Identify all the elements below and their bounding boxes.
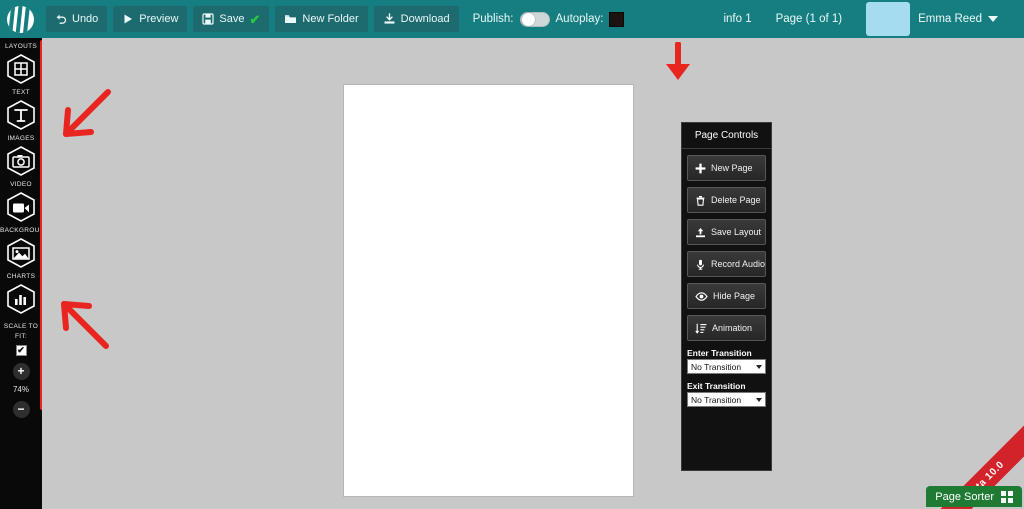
publish-control: Publish: Autoplay: xyxy=(472,11,625,27)
download-icon xyxy=(383,13,396,25)
save-layout-button[interactable]: Save Layout xyxy=(687,219,766,245)
enter-transition-field: Enter Transition No Transition xyxy=(687,348,766,374)
user-menu[interactable]: Emma Reed xyxy=(918,13,1024,25)
hide-page-button[interactable]: Hide Page xyxy=(687,283,766,309)
download-label: Download xyxy=(400,13,450,25)
zoom-in-button[interactable]: + xyxy=(12,363,30,380)
scale-to-fit-checkbox[interactable]: ✔ xyxy=(15,345,27,356)
toolbar-right-group: info 1 Page (1 of 1) Emma Reed xyxy=(711,0,1024,38)
sidebar-item-video-label: VIDEO xyxy=(10,181,32,188)
picture-icon xyxy=(7,238,35,268)
video-camera-icon xyxy=(7,192,35,222)
exit-transition-label: Exit Transition xyxy=(687,381,746,391)
top-toolbar: Undo Preview Save ✔ New Folder Download … xyxy=(0,0,1024,38)
exit-transition-field: Exit Transition No Transition xyxy=(687,381,766,407)
bar-chart-icon xyxy=(7,284,35,314)
enter-transition-value: No Transition xyxy=(691,361,742,372)
sidebar-item-layouts-label: LAYOUTS xyxy=(5,43,37,50)
play-icon xyxy=(122,13,134,25)
sidebar-item-images[interactable]: IMAGES xyxy=(0,134,42,177)
new-folder-button[interactable]: New Folder xyxy=(275,6,368,32)
sidebar-item-background-label: BACKGROUND xyxy=(0,227,50,234)
enter-transition-label: Enter Transition xyxy=(687,348,752,358)
checkmark-icon: ✔ xyxy=(17,345,25,355)
user-name-label: Emma Reed xyxy=(918,13,982,25)
page-sorter-label: Page Sorter xyxy=(935,490,994,503)
publish-label: Publish: xyxy=(472,13,514,25)
folder-icon xyxy=(284,13,297,25)
plus-icon xyxy=(695,163,706,174)
chevron-down-icon xyxy=(756,364,762,369)
new-page-label: New Page xyxy=(711,163,753,173)
exit-transition-select[interactable]: No Transition xyxy=(687,392,766,407)
sidebar-item-text[interactable]: TEXT xyxy=(0,88,42,131)
app-logo[interactable] xyxy=(0,0,40,38)
striped-ball-logo-icon xyxy=(2,1,38,37)
text-icon xyxy=(7,100,35,130)
preview-button[interactable]: Preview xyxy=(113,6,188,32)
eye-icon xyxy=(695,291,708,302)
zoom-level-label: 74% xyxy=(12,385,29,394)
app-root: Undo Preview Save ✔ New Folder Download … xyxy=(0,0,1024,509)
exit-transition-value: No Transition xyxy=(691,394,742,405)
publish-toggle[interactable] xyxy=(519,11,550,27)
trash-icon xyxy=(695,195,706,206)
delete-page-button[interactable]: Delete Page xyxy=(687,187,766,213)
new-page-button[interactable]: New Page xyxy=(687,155,766,181)
record-audio-label: Record Audio xyxy=(711,259,766,269)
microphone-icon xyxy=(695,259,706,270)
page-sorter-button[interactable]: Page Sorter xyxy=(926,486,1022,507)
sidebar-item-background[interactable]: BACKGROUND xyxy=(0,226,50,269)
publish-toggle-knob xyxy=(521,12,535,26)
autoplay-checkbox[interactable] xyxy=(609,11,625,27)
page-controls-title: Page Controls xyxy=(682,123,771,149)
sidebar-item-charts-label: CHARTS xyxy=(6,273,36,280)
grid-icon xyxy=(1001,490,1013,503)
hide-page-label: Hide Page xyxy=(713,291,756,301)
page-controls-panel: Page Controls New Page Delete Page Save … xyxy=(681,122,772,471)
save-success-checkmark-icon: ✔ xyxy=(249,11,261,27)
canvas-stage[interactable]: Page Controls New Page Delete Page Save … xyxy=(42,38,1024,509)
delete-page-label: Delete Page xyxy=(711,195,761,205)
highlighted-page-thumbnail[interactable] xyxy=(866,2,911,36)
save-layout-label: Save Layout xyxy=(711,227,762,237)
sidebar-item-layouts[interactable]: LAYOUTS xyxy=(0,42,42,85)
undo-label: Undo xyxy=(72,13,99,25)
save-button[interactable]: Save ✔ xyxy=(193,6,270,32)
sidebar-item-text-label: TEXT xyxy=(12,89,30,96)
camera-icon xyxy=(7,146,35,176)
zoom-out-button[interactable]: − xyxy=(12,401,30,418)
info-label[interactable]: info 1 xyxy=(711,13,763,25)
layouts-icon xyxy=(7,54,35,84)
preview-label: Preview xyxy=(139,13,179,25)
record-audio-button[interactable]: Record Audio xyxy=(687,251,766,277)
scale-to-fit-group: SCALE TO FIT: ✔ + 74% − xyxy=(0,322,42,418)
sidebar-item-video[interactable]: VIDEO xyxy=(0,180,42,223)
page-canvas[interactable] xyxy=(343,84,634,497)
undo-button[interactable]: Undo xyxy=(46,6,108,32)
page-indicator: Page (1 of 1) xyxy=(775,13,843,25)
enter-transition-select[interactable]: No Transition xyxy=(687,359,766,374)
sidebar-item-charts[interactable]: CHARTS xyxy=(0,272,42,315)
animation-icon xyxy=(695,323,707,334)
upload-icon xyxy=(695,227,706,238)
sidebar-item-images-label: IMAGES xyxy=(7,135,35,142)
undo-icon xyxy=(55,13,67,25)
new-folder-label: New Folder xyxy=(302,13,359,25)
left-sidebar: LAYOUTS TEXT IMAGES VIDEO BACKGROUND CHA… xyxy=(0,38,50,509)
animation-button[interactable]: Animation xyxy=(687,315,766,341)
animation-label: Animation xyxy=(712,323,753,333)
autoplay-label: Autoplay: xyxy=(555,13,604,25)
scale-to-fit-label: SCALE TO FIT: xyxy=(3,323,39,340)
save-label: Save xyxy=(219,13,245,25)
floppy-disk-icon xyxy=(202,13,215,25)
download-button[interactable]: Download xyxy=(373,6,459,32)
chevron-down-icon xyxy=(756,397,762,402)
chevron-down-icon xyxy=(988,16,998,22)
